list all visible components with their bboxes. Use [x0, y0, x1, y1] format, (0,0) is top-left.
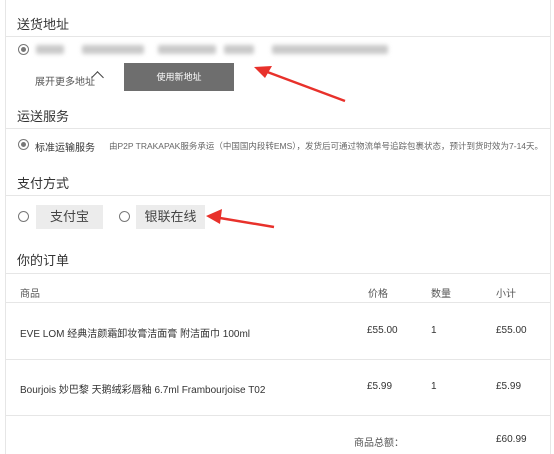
arrow-to-new-address	[254, 66, 346, 103]
annotation-arrows	[206, 66, 346, 229]
arrow-to-unionpay	[206, 209, 275, 229]
